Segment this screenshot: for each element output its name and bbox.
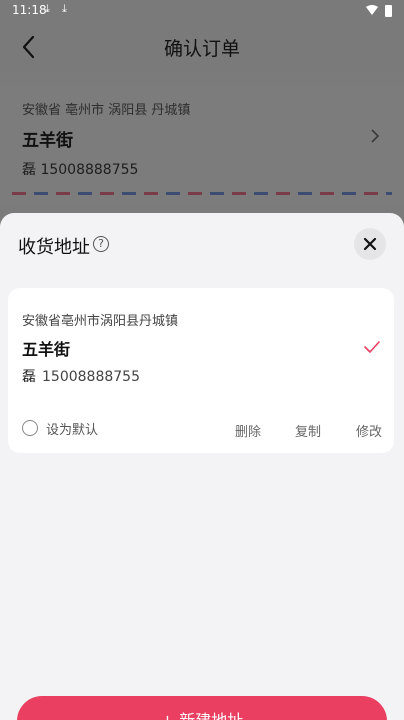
address-contact: 磊 15008888755 (22, 162, 139, 178)
help-icon[interactable]: ? (93, 236, 109, 252)
item-name: 磊 (22, 369, 36, 385)
address-sheet: 收货地址 ? 安徽省亳州市涡阳县丹城镇 五羊街 磊 15008888755 设为默… (0, 213, 404, 720)
address-list-item[interactable]: 安徽省亳州市涡阳县丹城镇 五羊街 磊 15008888755 设为默认 删除 复制… (8, 288, 394, 453)
close-button[interactable] (354, 228, 386, 260)
item-street: 五羊街 (22, 340, 71, 359)
page-title: 确认订单 (163, 38, 240, 60)
set-default-toggle[interactable]: 设为默认 (22, 418, 98, 438)
new-address-button[interactable]: + 新建地址 (17, 696, 387, 720)
nav-bar: 确认订单 (0, 22, 404, 72)
set-default-label: 设为默认 (46, 422, 99, 438)
item-contact: 磊 15008888755 (22, 366, 140, 386)
copy-button[interactable]: 复制 (295, 421, 321, 440)
radio-icon[interactable] (22, 420, 38, 436)
item-region: 安徽省亳州市涡阳县丹城镇 (22, 314, 179, 329)
status-bar: 11:18 ⤓ ⤓ (0, 0, 404, 22)
edit-button[interactable]: 修改 (356, 421, 382, 440)
download-icon: ⤓ (62, 2, 67, 15)
item-phone: 15008888755 (42, 369, 140, 385)
status-time: 11:18 (12, 3, 47, 17)
address-region: 安徽省 亳州市 涡阳县 丹城镇 (22, 103, 191, 118)
download-icon: ⤓ (45, 2, 50, 15)
address-street: 五羊街 (22, 131, 73, 151)
order-address-card[interactable]: 安徽省 亳州市 涡阳县 丹城镇 五羊街 磊 15008888755 (0, 86, 404, 206)
sheet-title: 收货地址 (18, 237, 90, 258)
wifi-icon (366, 5, 378, 15)
chevron-right-icon (371, 129, 380, 143)
sheet-header: 收货地址 ? (0, 213, 404, 279)
delete-button[interactable]: 删除 (235, 421, 261, 440)
check-icon (364, 341, 380, 353)
battery-icon (385, 5, 392, 17)
close-icon (363, 237, 377, 251)
envelope-stripe (12, 192, 392, 195)
